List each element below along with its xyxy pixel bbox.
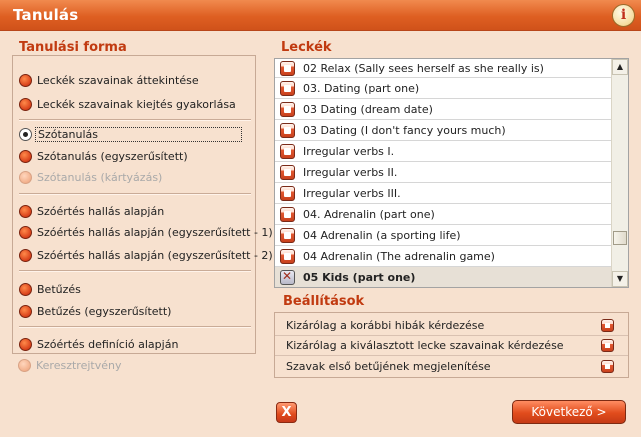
mode-option[interactable]: Szótanulás <box>19 126 242 142</box>
list-item[interactable]: 04. Adrenalin (part one) <box>275 204 612 225</box>
mode-option-label: Szótanulás <box>35 126 242 142</box>
info-icon[interactable]: i <box>612 4 635 27</box>
scroll-down-icon[interactable]: ▼ <box>612 271 628 287</box>
mode-option[interactable]: Szóértés hallás alapján (egyszerűsített … <box>19 224 273 240</box>
lesson-label: 03. Dating (part one) <box>303 81 420 95</box>
lesson-label: 04 Adrenalin (The adrenalin game) <box>303 249 495 263</box>
lessons-title: Leckék <box>281 40 332 55</box>
checkbox-icon[interactable] <box>280 60 295 76</box>
radio-button-disabled-icon <box>19 170 32 184</box>
window-title: Tanulás <box>13 6 79 24</box>
setting-item[interactable]: Kizárólag a kiválasztott lecke szavainak… <box>275 336 628 356</box>
checkbox-icon[interactable] <box>280 227 295 243</box>
radio-button-selected-icon[interactable] <box>19 127 32 141</box>
checkbox-checked-icon[interactable] <box>280 269 295 285</box>
mode-option[interactable]: Szóértés definíció alapján <box>19 336 178 352</box>
lesson-label: 02 Relax (Sally sees herself as she real… <box>303 61 544 75</box>
divider <box>19 119 251 121</box>
list-item[interactable]: 04 Adrenalin (a sporting life) <box>275 225 612 246</box>
checkbox-icon[interactable] <box>280 164 295 180</box>
checkbox-icon[interactable] <box>280 206 295 222</box>
checkbox-icon[interactable] <box>601 359 614 373</box>
radio-button-icon[interactable] <box>19 248 32 262</box>
learning-mode-title: Tanulási forma <box>19 40 127 55</box>
mode-option[interactable]: Betűzés <box>19 281 81 297</box>
mode-option-label: Betűzés (egyszerűsített) <box>37 304 172 318</box>
lesson-label: 03 Dating (I don't fancy yours much) <box>303 123 506 137</box>
radio-button-icon[interactable] <box>19 225 32 239</box>
list-item[interactable]: 03. Dating (part one) <box>275 78 612 99</box>
list-item[interactable]: 03 Dating (dream date) <box>275 99 612 120</box>
lesson-label: 05 Kids (part one) <box>303 270 416 284</box>
scrollbar-thumb[interactable] <box>613 231 627 245</box>
mode-option-label: Leckék szavainak kiejtés gyakorlása <box>37 97 236 111</box>
mode-option[interactable]: Szóértés hallás alapján (egyszerűsített … <box>19 247 273 263</box>
lesson-label: 03 Dating (dream date) <box>303 102 433 116</box>
setting-item[interactable]: Kizárólag a korábbi hibák kérdezése <box>275 316 628 336</box>
radio-button-icon[interactable] <box>19 204 32 218</box>
lesson-label: Irregular verbs III. <box>303 186 401 200</box>
radio-button-icon[interactable] <box>19 282 32 296</box>
cancel-button[interactable]: X <box>276 402 297 423</box>
mode-option-label: Szóértés hallás alapján (egyszerűsített … <box>37 248 273 262</box>
setting-label: Kizárólag a kiválasztott lecke szavainak… <box>286 339 564 352</box>
lesson-label: 04. Adrenalin (part one) <box>303 207 435 221</box>
mode-option[interactable]: Leckék szavainak áttekintése <box>19 72 199 88</box>
mode-option-label: Leckék szavainak áttekintése <box>37 73 199 87</box>
radio-button-disabled-icon <box>18 358 31 372</box>
mode-option-label: Szóértés hallás alapján (egyszerűsített … <box>37 225 273 239</box>
mode-option-disabled: Szótanulás (kártyázás) <box>19 169 162 185</box>
divider <box>19 326 251 328</box>
list-item[interactable]: 02 Relax (Sally sees herself as she real… <box>275 59 612 78</box>
mode-option-label: Betűzés <box>37 282 81 296</box>
mode-option[interactable]: Szótanulás (egyszerűsített) <box>19 148 188 164</box>
list-item[interactable]: Irregular verbs III. <box>275 183 612 204</box>
setting-item[interactable]: Szavak első betűjének megjelenítése <box>275 356 628 376</box>
mode-option-label: Keresztrejtvény <box>36 358 122 372</box>
mode-option[interactable]: Betűzés (egyszerűsített) <box>19 303 171 319</box>
settings-panel: Kizárólag a korábbi hibák kérdezése Kizá… <box>274 312 629 378</box>
checkbox-icon[interactable] <box>280 122 295 138</box>
mode-option-label: Szóértés definíció alapján <box>37 337 179 351</box>
next-button[interactable]: Következő > <box>512 400 626 424</box>
mode-option-disabled: Keresztrejtvény <box>18 357 121 373</box>
lesson-label: 04 Adrenalin (a sporting life) <box>303 228 461 242</box>
lesson-label: Irregular verbs I. <box>303 144 395 158</box>
checkbox-icon[interactable] <box>280 248 295 264</box>
title-bar: Tanulás i <box>0 0 641 31</box>
mode-option[interactable]: Leckék szavainak kiejtés gyakorlása <box>19 96 236 112</box>
lesson-label: Irregular verbs II. <box>303 165 398 179</box>
radio-button-icon[interactable] <box>19 149 32 163</box>
list-item[interactable]: Irregular verbs I. <box>275 141 612 162</box>
mode-option-label: Szótanulás (kártyázás) <box>37 170 163 184</box>
radio-button-icon[interactable] <box>19 304 32 318</box>
checkbox-icon[interactable] <box>280 80 295 96</box>
list-item[interactable]: 03 Dating (I don't fancy yours much) <box>275 120 612 141</box>
settings-title: Beállítások <box>283 294 365 309</box>
checkbox-icon[interactable] <box>280 101 295 117</box>
divider <box>19 270 251 272</box>
list-item[interactable]: 04 Adrenalin (The adrenalin game) <box>275 246 612 267</box>
divider <box>19 193 251 195</box>
learning-mode-panel: Leckék szavainak áttekintése Leckék szav… <box>12 55 273 354</box>
setting-label: Szavak első betűjének megjelenítése <box>286 359 491 373</box>
radio-button-icon[interactable] <box>19 337 32 351</box>
list-item[interactable]: Irregular verbs II. <box>275 162 612 183</box>
checkbox-icon[interactable] <box>280 143 295 159</box>
checkbox-icon[interactable] <box>601 339 614 352</box>
list-item-selected[interactable]: 05 Kids (part one) <box>275 267 612 287</box>
checkbox-icon[interactable] <box>280 185 295 201</box>
mode-option[interactable]: Szóértés hallás alapján <box>19 203 164 219</box>
radio-button-icon[interactable] <box>19 73 32 87</box>
checkbox-icon[interactable] <box>601 319 614 332</box>
radio-button-icon[interactable] <box>19 97 32 111</box>
lessons-scrollbar[interactable]: ▲ ▼ <box>611 59 628 287</box>
mode-option-label: Szóértés hallás alapján <box>37 204 165 218</box>
scroll-up-icon[interactable]: ▲ <box>612 59 628 75</box>
setting-label: Kizárólag a korábbi hibák kérdezése <box>286 319 485 332</box>
lessons-list[interactable]: 02 Relax (Sally sees herself as she real… <box>274 58 629 288</box>
mode-option-label: Szótanulás (egyszerűsített) <box>37 149 188 163</box>
